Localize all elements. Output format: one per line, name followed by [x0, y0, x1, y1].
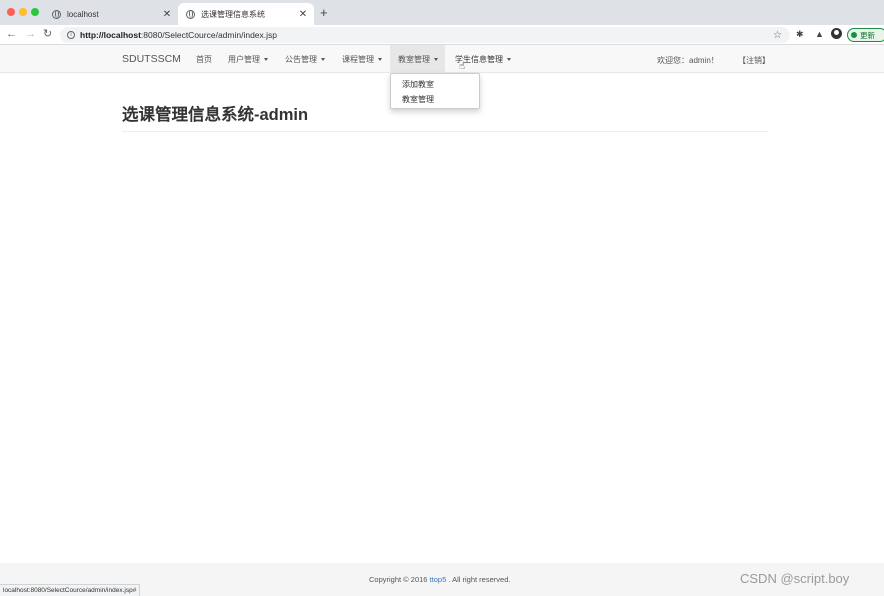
minimize-window-icon[interactable] — [19, 8, 27, 16]
nav-label: 首页 — [196, 54, 212, 64]
address-bar[interactable]: i http://localhost :8080/SelectCource/ad… — [60, 27, 790, 43]
close-window-icon[interactable] — [7, 8, 15, 16]
labs-flask-icon[interactable]: ▲ — [815, 29, 824, 39]
brand-link[interactable]: SDUTSSCM — [122, 53, 181, 65]
title-divider — [122, 131, 768, 132]
puzzle-extensions-icon[interactable]: ✱ — [796, 29, 804, 40]
nav-home[interactable]: 首页 — [188, 45, 220, 73]
nav-label: 课程管理 — [342, 54, 374, 64]
new-tab-button[interactable]: + — [320, 6, 328, 20]
pointer-cursor-icon: ☝ — [459, 61, 466, 72]
status-url-bar: localhost:8080/SelectCource/admin/index.… — [0, 584, 141, 596]
tab-title: localhost — [67, 9, 99, 19]
nav-label: 用户管理 — [228, 54, 260, 64]
update-label: 更新 — [860, 30, 875, 40]
browser-tab-strip: localhost ✕ 选课管理信息系统 ✕ + — [0, 0, 884, 25]
welcome-text: 欢迎您：admin！ — [657, 56, 719, 65]
bookmark-star-icon[interactable]: ☆ — [773, 30, 782, 41]
caret-down-icon — [434, 57, 438, 61]
browser-tab-localhost[interactable]: localhost ✕ — [44, 3, 178, 25]
page-title: 选课管理信息系统-admin — [122, 106, 309, 124]
globe-icon — [186, 9, 195, 19]
nav-notice-management[interactable]: 公告管理 — [277, 45, 333, 73]
logout-link[interactable]: 【注销】 — [738, 55, 770, 66]
nav-label: 教室管理 — [398, 54, 430, 64]
nav-label: 公告管理 — [285, 54, 317, 64]
nav-user-management[interactable]: 用户管理 — [220, 45, 276, 73]
site-navbar: SDUTSSCM 首页 用户管理 公告管理 课程管理 教室管理 学生信息管理 欢… — [0, 45, 884, 73]
caret-down-icon — [378, 57, 382, 61]
info-icon[interactable]: i — [67, 31, 75, 39]
tab-close-icon[interactable]: ✕ — [160, 9, 174, 20]
browser-toolbar: ← → ↻ i http://localhost :8080/SelectCou… — [0, 25, 884, 45]
dropdown-item-classroom-management[interactable]: 教室管理 — [391, 93, 479, 108]
caret-down-icon — [264, 57, 268, 61]
nav-course-management[interactable]: 课程管理 — [334, 45, 390, 73]
watermark-text: CSDN @script.boy — [740, 571, 850, 586]
caret-down-icon — [321, 57, 325, 61]
copyright-suffix: . All right reserved. — [446, 575, 511, 584]
profile-avatar-icon[interactable] — [831, 28, 842, 39]
tab-close-icon[interactable]: ✕ — [296, 9, 310, 20]
globe-icon — [52, 9, 61, 19]
author-link[interactable]: ttop5 — [430, 575, 447, 584]
tab-title: 选课管理信息系统 — [201, 9, 265, 19]
update-button[interactable]: 更新 — [847, 28, 884, 42]
copyright-text: Copyright © 2016 ttop5 . All right reser… — [369, 575, 510, 584]
url-path: :8080/SelectCource/admin/index.jsp — [140, 30, 278, 40]
nav-classroom-management[interactable]: 教室管理 — [390, 45, 445, 73]
url-host: http://localhost — [80, 30, 141, 40]
maximize-window-icon[interactable] — [31, 8, 39, 16]
update-dot-icon — [851, 32, 857, 38]
copyright-prefix: Copyright © 2016 — [369, 575, 430, 584]
nav-student-info-management[interactable]: 学生信息管理 — [447, 45, 519, 73]
back-arrow-icon[interactable]: ← — [6, 27, 17, 41]
classroom-dropdown-menu: 添加教室 教室管理 — [390, 73, 480, 109]
forward-arrow-icon[interactable]: → — [25, 27, 36, 41]
reload-icon[interactable]: ↻ — [43, 27, 52, 41]
caret-down-icon — [507, 57, 511, 61]
browser-tab-active[interactable]: 选课管理信息系统 ✕ — [178, 3, 314, 25]
dropdown-item-add-classroom[interactable]: 添加教室 — [391, 78, 479, 93]
